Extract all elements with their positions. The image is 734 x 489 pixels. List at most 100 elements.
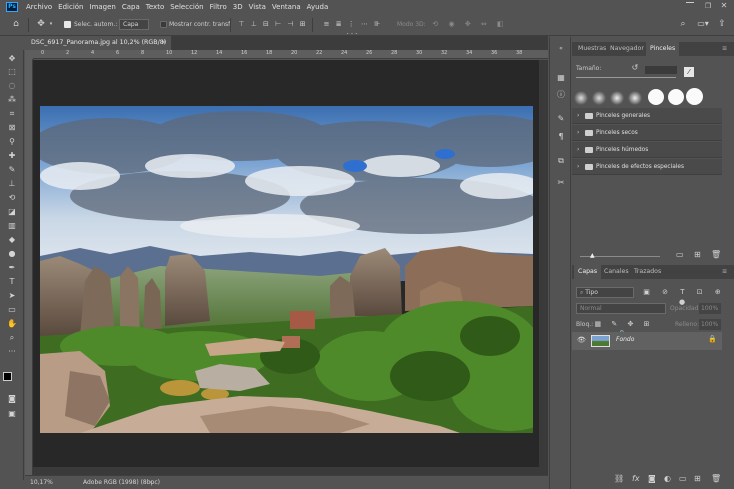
auto-select-checkbox[interactable] xyxy=(64,21,71,28)
menu-edicion[interactable]: Edición xyxy=(58,3,83,11)
clone-stamp-icon[interactable]: ⊥ xyxy=(6,178,18,189)
foreground-color-swatch[interactable] xyxy=(3,372,12,381)
menu-ventana[interactable]: Ventana xyxy=(272,3,301,11)
new-group-icon[interactable]: ▭ xyxy=(679,474,687,483)
brush-folder-row[interactable]: › Pinceles húmedos xyxy=(572,142,722,158)
close-icon[interactable]: ✕ xyxy=(719,1,729,11)
brush-preset-6[interactable] xyxy=(668,89,684,105)
brush-folder-row[interactable]: › Pinceles de efectos especiales xyxy=(572,159,722,175)
opacity-field[interactable]: 100% xyxy=(699,303,721,314)
status-menu-icon[interactable]: › xyxy=(149,476,151,489)
brush-preset-5[interactable] xyxy=(648,89,664,105)
adjustment-layer-icon[interactable]: ◐ xyxy=(664,474,671,483)
info-icon[interactable]: ⓘ xyxy=(555,89,567,100)
tab-capas[interactable]: Capas xyxy=(574,265,602,279)
brush-preset-4[interactable] xyxy=(628,91,642,105)
eye-icon[interactable]: 👁 xyxy=(577,336,586,344)
history-icon[interactable]: ▦ xyxy=(555,72,567,83)
menu-3d[interactable]: 3D xyxy=(233,3,243,11)
minimize-icon[interactable] xyxy=(686,2,694,3)
collapse-icon[interactable]: « xyxy=(555,43,567,54)
brush-preset-2[interactable] xyxy=(592,91,606,105)
gradient-icon[interactable]: ▥ xyxy=(6,220,18,231)
move-tool-icon[interactable]: ✥ xyxy=(6,53,18,64)
magic-wand-icon[interactable]: ⁂ xyxy=(6,94,18,105)
link-layers-icon[interactable]: ⛓ xyxy=(614,474,624,483)
align-icons[interactable]: ⊤ ⊥ ⊟ ⊢ ⊣ ⊞ xyxy=(238,19,308,29)
quick-mask-icon[interactable]: ◙ xyxy=(6,393,18,404)
marquee-tool-icon[interactable]: ⬚ xyxy=(6,66,18,77)
share-icon[interactable]: ⇪ xyxy=(716,19,728,29)
maximize-icon[interactable]: ❐ xyxy=(703,1,713,11)
tab-muestras[interactable]: Muestras xyxy=(574,42,610,56)
brush-folder-row[interactable]: › Pinceles generales xyxy=(572,108,722,124)
menu-capa[interactable]: Capa xyxy=(122,3,140,11)
layer-row[interactable]: 👁 Fondo 🔒 xyxy=(572,332,722,350)
close-tab-icon[interactable]: × xyxy=(161,36,166,50)
tab-trazados[interactable]: Trazados xyxy=(630,265,665,279)
menu-filtro[interactable]: Filtro xyxy=(210,3,227,11)
menu-seleccion[interactable]: Selección xyxy=(170,3,203,11)
new-brush-icon[interactable]: ⊞ xyxy=(694,250,701,259)
tab-pinceles[interactable]: Pinceles xyxy=(646,42,680,56)
reset-icon[interactable]: ↺ xyxy=(630,63,640,73)
blur-tool-icon[interactable]: ◆ xyxy=(6,234,18,245)
zoom-tool-icon[interactable]: ⌕ xyxy=(6,332,18,343)
new-layer-icon[interactable]: ⊞ xyxy=(694,474,701,483)
history-brush-icon[interactable]: ⟲ xyxy=(6,192,18,203)
3d-mode-icons[interactable]: ⟲ ◉ ✥ ⇔ ◧ xyxy=(425,19,515,29)
brush-preset-3[interactable] xyxy=(610,91,624,105)
lasso-tool-icon[interactable]: ◌ xyxy=(6,80,18,91)
workspace-icon[interactable]: ▭▾ xyxy=(696,19,710,29)
brush-settings-icon[interactable]: ✎ xyxy=(555,113,567,124)
more-tools-icon[interactable]: ··· xyxy=(6,346,18,357)
frame-tool-icon[interactable]: ⊠ xyxy=(6,122,18,133)
new-group-icon[interactable]: ▭ xyxy=(676,250,684,259)
type-tool-icon[interactable]: T xyxy=(6,276,18,287)
vertical-scrollbar[interactable] xyxy=(539,60,548,475)
move-tool-icon[interactable]: ✥ xyxy=(35,19,47,29)
slider-thumb-icon[interactable]: ▲ xyxy=(590,252,595,259)
clone-source-icon[interactable]: ⧉ xyxy=(555,155,567,166)
tab-canales[interactable]: Canales xyxy=(600,265,633,279)
home-icon[interactable]: ⌂ xyxy=(10,19,22,29)
fx-icon[interactable]: fx xyxy=(632,474,640,483)
search-icon[interactable]: ⌕ xyxy=(677,19,689,29)
shape-tool-icon[interactable]: ▭ xyxy=(6,304,18,315)
paragraph-icon[interactable]: ¶ xyxy=(555,131,567,142)
zoom-level[interactable]: 10,17% xyxy=(30,476,53,489)
path-selection-icon[interactable]: ➤ xyxy=(6,290,18,301)
dodge-tool-icon[interactable]: ● xyxy=(6,248,18,259)
tool-presets-icon[interactable]: ✂ xyxy=(555,177,567,188)
panel-menu-icon[interactable]: ≡ xyxy=(718,42,731,56)
layer-filter-dropdown[interactable]: ⌕ Tipo xyxy=(576,287,634,298)
brush-tool-icon[interactable]: ✎ xyxy=(6,164,18,175)
size-slider[interactable] xyxy=(576,77,676,78)
healing-brush-icon[interactable]: ✚ xyxy=(6,150,18,161)
menu-texto[interactable]: Texto xyxy=(146,3,164,11)
new-brush-icon[interactable]: ⁄ xyxy=(684,67,694,77)
eraser-icon[interactable]: ◪ xyxy=(6,206,18,217)
panel-menu-icon[interactable]: ≡ xyxy=(718,265,731,279)
trash-icon[interactable]: 🗑 xyxy=(711,250,721,259)
document-image[interactable] xyxy=(40,106,533,433)
show-transform-checkbox[interactable] xyxy=(160,21,167,28)
document-tab[interactable]: DSC_6917_Panorama.jpg al 10,2% (RGB/8) × xyxy=(25,36,172,50)
eyedropper-icon[interactable]: ⚲ xyxy=(6,136,18,147)
chevron-down-icon[interactable]: ▾ xyxy=(48,19,54,29)
menu-archivo[interactable]: Archivo xyxy=(26,3,52,11)
trash-icon[interactable]: 🗑 xyxy=(711,474,721,483)
horizontal-scrollbar[interactable] xyxy=(33,467,539,475)
pen-tool-icon[interactable]: ✒ xyxy=(6,262,18,273)
hand-tool-icon[interactable]: ✋ xyxy=(6,318,18,329)
layer-name[interactable]: Fondo xyxy=(616,336,634,343)
menu-imagen[interactable]: Imagen xyxy=(90,3,116,11)
brush-folder-row[interactable]: › Pinceles secos xyxy=(572,125,722,141)
size-field[interactable] xyxy=(645,66,677,74)
auto-select-dropdown[interactable]: Capa xyxy=(119,19,149,30)
blend-mode-dropdown[interactable]: Normal xyxy=(576,303,666,314)
menu-vista[interactable]: Vista xyxy=(249,3,266,11)
tab-navegador[interactable]: Navegador xyxy=(606,42,648,56)
crop-tool-icon[interactable]: ⌗ xyxy=(6,108,18,119)
add-mask-icon[interactable]: ◙ xyxy=(648,474,656,483)
